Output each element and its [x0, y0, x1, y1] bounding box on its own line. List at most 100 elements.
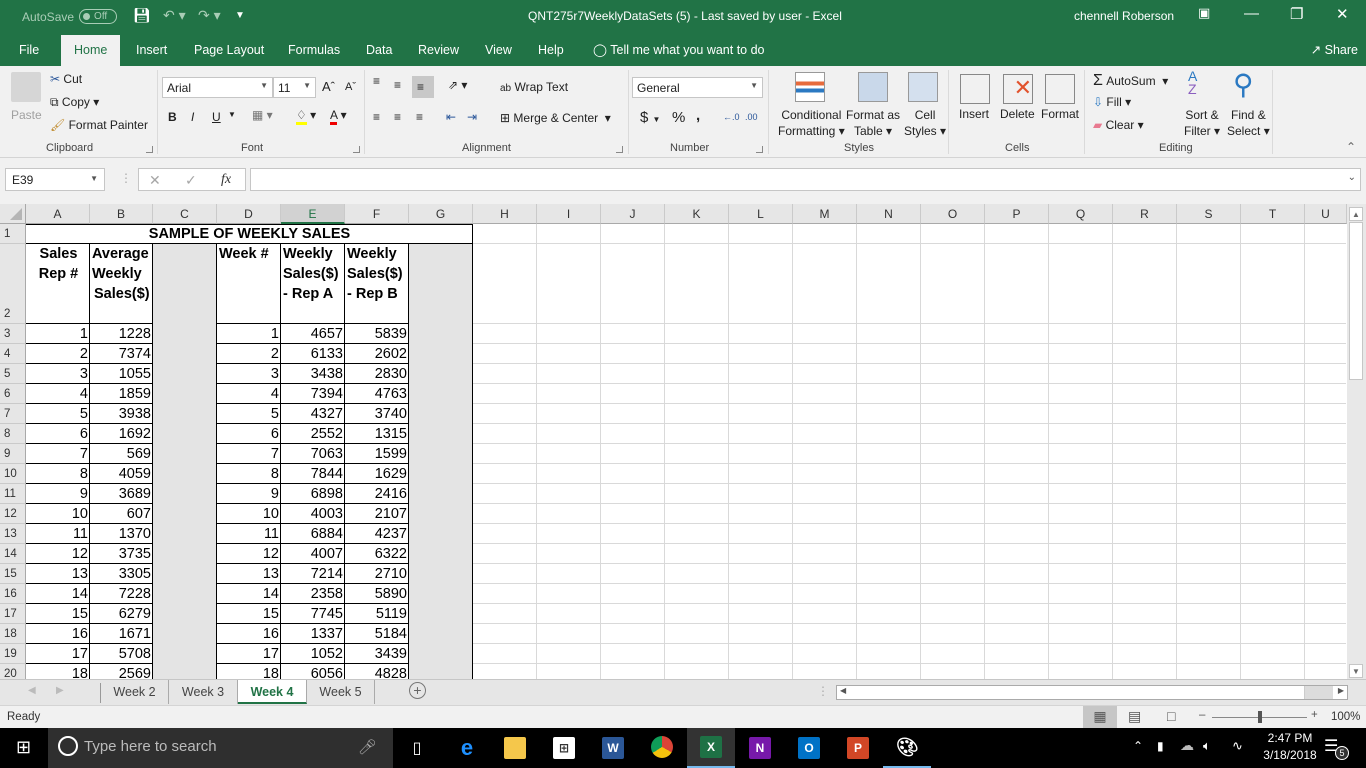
- close-icon[interactable]: ✕: [1336, 5, 1349, 23]
- scroll-right-icon[interactable]: ▶: [1338, 686, 1344, 695]
- row-header-18[interactable]: 18: [0, 624, 26, 644]
- cell-b19[interactable]: 5708: [90, 644, 153, 664]
- windows-start-icon[interactable]: ⊞: [16, 737, 31, 758]
- vertical-scrollbar[interactable]: ▲ ▼: [1347, 204, 1366, 679]
- row-header-16[interactable]: 16: [0, 584, 26, 604]
- select-all-button[interactable]: [0, 204, 26, 224]
- cell-f13[interactable]: 4237: [345, 524, 409, 544]
- align-right-icon[interactable]: ≡: [416, 110, 423, 124]
- cell-e11[interactable]: 6898: [281, 484, 345, 504]
- cell-e17[interactable]: 7745: [281, 604, 345, 624]
- cell-a5[interactable]: 3: [26, 364, 90, 384]
- tab-split-handle[interactable]: ⋮: [817, 684, 829, 698]
- next-sheet-icon[interactable]: ▶: [56, 685, 64, 696]
- sort-filter-button[interactable]: Sort & Filter ▾: [1184, 107, 1220, 139]
- column-header-s[interactable]: S: [1177, 204, 1241, 224]
- show-hidden-icons[interactable]: ⌃: [1133, 739, 1143, 753]
- cut-button[interactable]: ✂ Cut: [50, 72, 82, 86]
- cell-f14[interactable]: 6322: [345, 544, 409, 564]
- insert-cells-icon[interactable]: [960, 74, 990, 104]
- cell-f17[interactable]: 5119: [345, 604, 409, 624]
- autosave-toggle[interactable]: AutoSave Off: [22, 9, 118, 24]
- currency-button[interactable]: $ ▼: [640, 109, 660, 126]
- cell-d7[interactable]: 5: [217, 404, 281, 424]
- cell-b12[interactable]: 607: [90, 504, 153, 524]
- ribbon-display-icon[interactable]: ▣: [1198, 5, 1210, 21]
- cell-e18[interactable]: 1337: [281, 624, 345, 644]
- copy-button[interactable]: ⧉ Copy ▾: [50, 95, 99, 110]
- onedrive-icon[interactable]: ☁: [1180, 737, 1194, 754]
- cell-e20[interactable]: 6056: [281, 664, 345, 679]
- center-icon[interactable]: ≡: [394, 110, 401, 124]
- column-header-j[interactable]: J: [601, 204, 665, 224]
- row-header-20[interactable]: 20: [0, 664, 26, 679]
- tab-review[interactable]: Review: [418, 43, 459, 57]
- column-header-k[interactable]: K: [665, 204, 729, 224]
- decrease-font-icon[interactable]: Aˇ: [345, 81, 356, 93]
- merge-center-button[interactable]: ⊞ Merge & Center ▾: [500, 111, 611, 125]
- cell-a12[interactable]: 10: [26, 504, 90, 524]
- cell-d11[interactable]: 9: [217, 484, 281, 504]
- increase-decimal-icon[interactable]: ←.0: [723, 112, 740, 122]
- cell-d9[interactable]: 7: [217, 444, 281, 464]
- tab-view[interactable]: View: [485, 43, 512, 57]
- cell-b3[interactable]: 1228: [90, 324, 153, 344]
- cell-a19[interactable]: 17: [26, 644, 90, 664]
- bold-button[interactable]: B: [168, 110, 177, 124]
- increase-indent-icon[interactable]: ⇥: [467, 110, 477, 124]
- cell-styles-button[interactable]: Cell Styles ▾: [904, 107, 946, 139]
- tab-help[interactable]: Help: [538, 43, 564, 57]
- sheet-tab-week-4[interactable]: Week 4: [238, 680, 307, 704]
- outlook-icon[interactable]: O: [785, 728, 833, 768]
- cell-b7[interactable]: 3938: [90, 404, 153, 424]
- decrease-decimal-icon[interactable]: .00: [745, 112, 758, 122]
- cell-b4[interactable]: 7374: [90, 344, 153, 364]
- clock-time[interactable]: 2:47 PM: [1262, 731, 1318, 745]
- header-cell-b[interactable]: Average Weekly Sales($): [92, 244, 152, 324]
- insert-function-icon[interactable]: fx: [221, 172, 231, 188]
- format-painter-button[interactable]: 🖌︎ Format Painter: [50, 118, 148, 132]
- tab-insert[interactable]: Insert: [136, 43, 167, 57]
- cell-e10[interactable]: 7844: [281, 464, 345, 484]
- wifi-icon[interactable]: ∿: [1232, 738, 1243, 754]
- column-header-o[interactable]: O: [921, 204, 985, 224]
- paste-button[interactable]: Paste: [11, 108, 42, 122]
- share-button[interactable]: ↗ Share: [1311, 42, 1358, 57]
- cell-b13[interactable]: 1370: [90, 524, 153, 544]
- top-align-icon[interactable]: ≡: [373, 74, 380, 88]
- normal-view-icon[interactable]: ▦: [1083, 706, 1117, 728]
- cell-f6[interactable]: 4763: [345, 384, 409, 404]
- cell-a17[interactable]: 15: [26, 604, 90, 624]
- bottom-align-icon[interactable]: ≡: [412, 76, 434, 98]
- cell-b18[interactable]: 1671: [90, 624, 153, 644]
- column-header-c[interactable]: C: [153, 204, 217, 224]
- cell-e3[interactable]: 4657: [281, 324, 345, 344]
- cell-b5[interactable]: 1055: [90, 364, 153, 384]
- comma-button[interactable]: ,: [696, 107, 700, 124]
- minimize-icon[interactable]: —: [1244, 5, 1259, 22]
- row-header-6[interactable]: 6: [0, 384, 26, 404]
- decrease-indent-icon[interactable]: ⇤: [446, 110, 456, 124]
- header-cell-d[interactable]: Week #: [219, 244, 280, 324]
- scroll-up-icon[interactable]: ▲: [1349, 207, 1363, 221]
- cell-a10[interactable]: 8: [26, 464, 90, 484]
- zoom-out-button[interactable]: –: [1199, 709, 1205, 721]
- column-header-u[interactable]: U: [1305, 204, 1347, 224]
- cell-b17[interactable]: 6279: [90, 604, 153, 624]
- borders-icon[interactable]: ▦ ▾: [252, 108, 273, 122]
- autosave-switch[interactable]: Off: [79, 9, 118, 24]
- cell-e16[interactable]: 2358: [281, 584, 345, 604]
- battery-icon[interactable]: ▮: [1157, 739, 1164, 753]
- cell-b11[interactable]: 3689: [90, 484, 153, 504]
- orientation-icon[interactable]: ⇗ ▾: [448, 78, 467, 92]
- cell-d16[interactable]: 14: [217, 584, 281, 604]
- cancel-icon[interactable]: ✕: [149, 172, 161, 189]
- save-icon[interactable]: 💾︎: [133, 7, 151, 24]
- formula-input[interactable]: ⌄: [250, 168, 1361, 191]
- conditional-formatting-icon[interactable]: [795, 72, 825, 102]
- cell-d3[interactable]: 1: [217, 324, 281, 344]
- header-cell-e[interactable]: Weekly Sales($) - Rep A: [283, 244, 344, 324]
- cell-styles-icon[interactable]: [908, 72, 938, 102]
- clipboard-launcher-icon[interactable]: [146, 146, 153, 153]
- cell-a7[interactable]: 5: [26, 404, 90, 424]
